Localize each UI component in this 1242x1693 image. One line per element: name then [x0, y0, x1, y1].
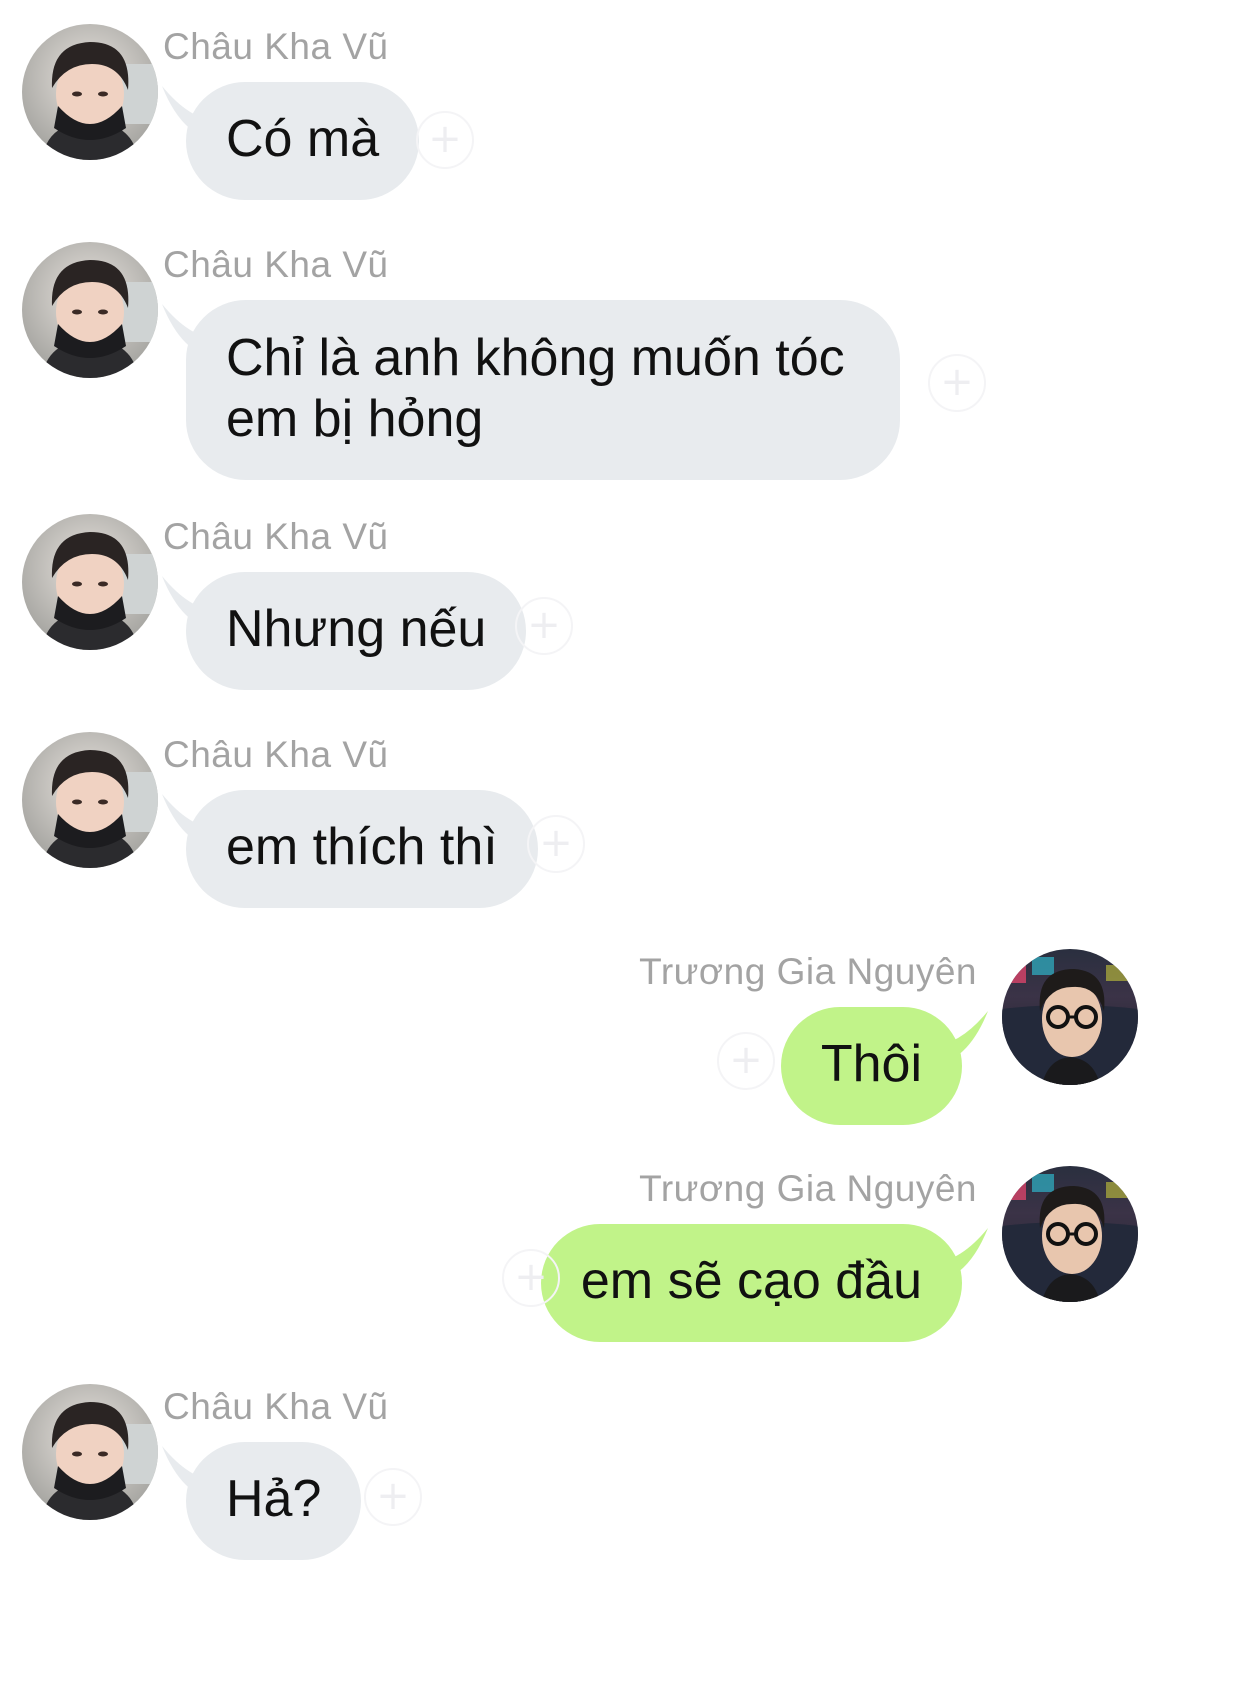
- message-bubble[interactable]: Hả?: [186, 1442, 362, 1560]
- message-bubble[interactable]: em sẽ cạo đầu: [540, 1224, 962, 1342]
- sender-name: Châu Kha Vũ: [163, 734, 389, 775]
- add-reaction-icon[interactable]: +: [527, 815, 585, 873]
- avatar[interactable]: [22, 1384, 158, 1520]
- avatar[interactable]: [1002, 949, 1138, 1085]
- avatar[interactable]: [22, 514, 158, 650]
- avatar[interactable]: [22, 732, 158, 868]
- message-bubble[interactable]: em thích thì: [186, 790, 538, 908]
- sender-name: Trương Gia Nguyên: [639, 951, 977, 992]
- sender-name: Châu Kha Vũ: [163, 1386, 389, 1427]
- avatar[interactable]: [22, 24, 158, 160]
- avatar[interactable]: [1002, 1166, 1138, 1302]
- sender-name: Châu Kha Vũ: [163, 244, 389, 285]
- add-reaction-icon[interactable]: +: [928, 354, 986, 412]
- add-reaction-icon[interactable]: +: [717, 1032, 775, 1090]
- add-reaction-icon[interactable]: +: [502, 1249, 560, 1307]
- message-bubble[interactable]: Thôi: [780, 1007, 962, 1125]
- sender-name: Trương Gia Nguyên: [639, 1168, 977, 1209]
- message-bubble[interactable]: Nhưng nếu: [186, 572, 527, 690]
- add-reaction-icon[interactable]: +: [364, 1468, 422, 1526]
- add-reaction-icon[interactable]: +: [515, 597, 573, 655]
- add-reaction-icon[interactable]: +: [416, 111, 474, 169]
- message-bubble[interactable]: Chỉ là anh không muốn tóc em bị hỏng: [186, 300, 900, 480]
- sender-name: Châu Kha Vũ: [163, 516, 389, 557]
- sender-name: Châu Kha Vũ: [163, 26, 389, 67]
- message-bubble[interactable]: Có mà: [186, 82, 420, 200]
- avatar[interactable]: [22, 242, 158, 378]
